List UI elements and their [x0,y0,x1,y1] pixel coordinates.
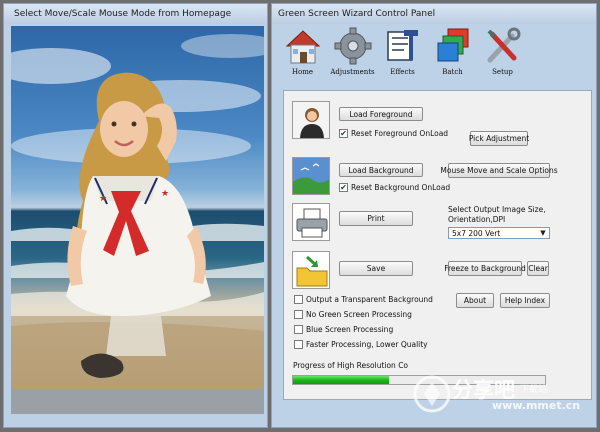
photo-illustration: ★ ★ [11,34,264,389]
output-size-label-line1: Select Output Image Size, [448,205,546,214]
control-panel-title: Green Screen Wizard Control Panel [272,4,596,24]
blue-screen-box [294,325,303,334]
reset-foreground-label: Reset Foreground OnLoad [351,129,449,138]
progress-label: Progress of High Resolution Co [293,361,409,370]
reset-background-label: Reset Background OnLoad [351,183,451,192]
no-green-screen-label: No Green Screen Processing [306,310,412,319]
progress-fill [293,376,389,384]
output-size-select[interactable]: 5x7 200 Vert ▼ [448,227,550,239]
transparent-background-checkbox[interactable]: Output a Transparent Background [294,295,433,304]
reset-background-checkbox[interactable]: ✔ Reset Background OnLoad [339,183,450,192]
layers-icon [437,28,468,62]
reset-background-check: ✔ [339,182,348,192]
mouse-move-scale-options-button[interactable]: Mouse Move and Scale Options [440,163,558,178]
output-size-label-line2: Orientation,DPI [448,215,506,224]
faster-processing-box [294,340,303,349]
composite-preview-image[interactable]: ★ ★ [11,26,264,389]
watermark-url: www.mmet.cn [492,399,581,412]
save-button[interactable]: Save [339,261,413,276]
reset-foreground-checkbox[interactable]: ✔ Reset Foreground OnLoad [339,129,448,138]
svg-text:★: ★ [161,189,169,199]
help-index-button[interactable]: Help Index [500,293,550,308]
toolbar-adjustments-label: Adjustments [330,68,375,76]
svg-text:★: ★ [99,194,107,204]
house-icon [285,30,320,64]
toolbar-home-label: Home [291,68,314,76]
watermark-subtext: 下载站 [520,385,548,395]
transparent-background-label: Output a Transparent Background [306,295,433,304]
site-watermark: 分享吧 下载站 www.mmet.cn [410,372,590,417]
toolbar-home[interactable]: Home [278,26,327,86]
clear-button[interactable]: Clear [527,261,549,276]
preview-status-strip [11,389,264,414]
toolbar-adjustments[interactable]: Adjustments [328,26,377,86]
no-green-screen-checkbox[interactable]: No Green Screen Processing [294,310,412,319]
toolbar-setup-label: Setup [492,68,513,76]
tools-icon [487,27,520,63]
reset-foreground-check: ✔ [339,128,348,138]
faster-processing-label: Faster Processing, Lower Quality [306,340,428,349]
gear-icon [334,27,371,65]
person-silhouette-icon [292,101,330,139]
freeze-to-background-button[interactable]: Freeze to Background [444,261,526,276]
blue-screen-label: Blue Screen Processing [306,325,394,334]
pick-adjustment-button[interactable]: Pick Adjustment [469,131,529,146]
toolbar-effects-label: Effects [390,68,415,76]
load-foreground-button[interactable]: Load Foreground [339,107,423,121]
blue-screen-checkbox[interactable]: Blue Screen Processing [294,325,393,334]
about-button[interactable]: About [456,293,494,308]
load-background-button[interactable]: Load Background [339,163,423,177]
no-green-screen-box [294,310,303,319]
toolbar-batch-label: Batch [442,68,463,76]
control-panel-window: Green Screen Wizard Control Panel Home A… [271,3,597,428]
output-size-selected: 5x7 200 Vert [452,228,501,238]
toolbar-setup[interactable]: Setup [478,26,527,86]
effects-icon [386,30,418,61]
preview-window-title: Select Move/Scale Mouse Mode from Homepa… [4,4,267,24]
toolbar-batch[interactable]: Batch [428,26,477,86]
landscape-image-icon [292,157,330,195]
preview-window: Select Move/Scale Mouse Mode from Homepa… [3,3,268,428]
printer-icon [292,203,330,241]
toolbar-effects[interactable]: Effects [378,26,427,86]
print-button[interactable]: Print [339,211,413,226]
faster-processing-checkbox[interactable]: Faster Processing, Lower Quality [294,340,428,349]
folder-arrow-icon [292,251,330,289]
home-panel: Load Foreground ✔ Reset Foreground OnLoa… [283,90,592,400]
chevron-down-icon: ▼ [540,229,546,237]
main-toolbar: Home Adjustments Effects Batch Setup [278,26,592,86]
transparent-background-box [294,295,303,304]
